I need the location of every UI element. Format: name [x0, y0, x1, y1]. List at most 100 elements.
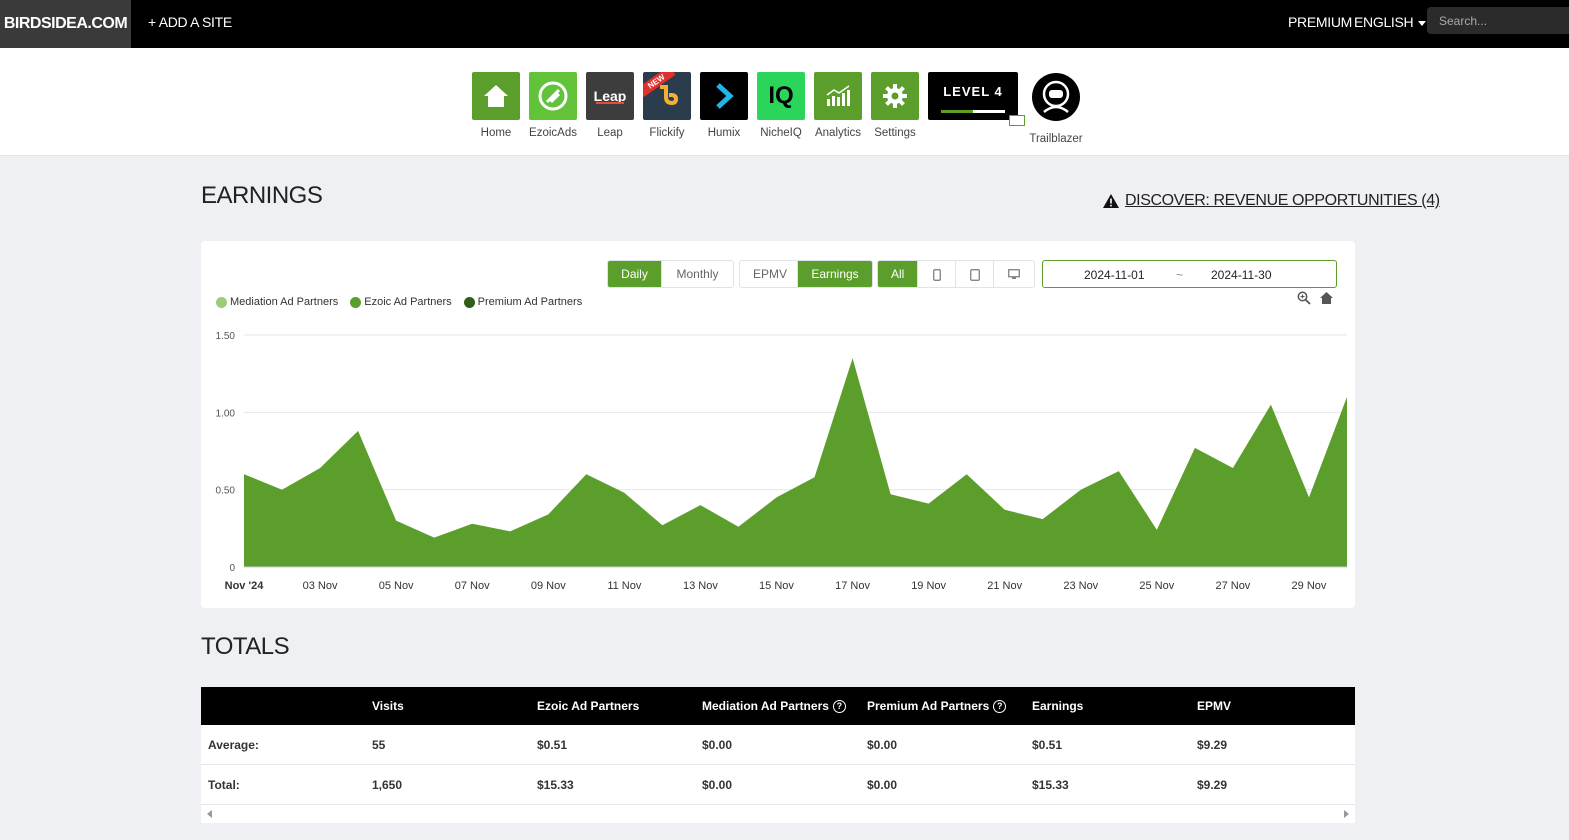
col-visits[interactable]: Visits — [372, 699, 404, 713]
col-label: Visits — [372, 699, 404, 713]
x-tick-label: 07 Nov — [455, 580, 490, 592]
legend-dot — [350, 296, 362, 308]
legend-dot — [216, 296, 227, 308]
x-tick-label: 19 Nov — [911, 580, 946, 592]
language-label: ENGLISH — [1354, 14, 1414, 30]
date-start: 2024-11-01 — [1084, 268, 1145, 282]
col-epmv[interactable]: EPMV — [1197, 699, 1231, 713]
x-tick-label: 25 Nov — [1139, 580, 1174, 592]
col-label: Earnings — [1032, 699, 1084, 713]
mail-icon[interactable] — [1009, 115, 1025, 126]
house-icon — [472, 72, 520, 120]
trailblazer-profile[interactable]: Trailblazer — [1029, 72, 1083, 145]
daily-button[interactable]: Daily — [608, 261, 662, 287]
x-tick-label: Nov '24 — [225, 580, 265, 592]
col-earnings[interactable]: Earnings — [1032, 699, 1083, 713]
x-tick-label: 21 Nov — [987, 580, 1022, 592]
zoom-icon[interactable] — [1297, 291, 1311, 305]
scroll-right-icon[interactable] — [1344, 810, 1349, 818]
cell-mediation: $0.00 — [702, 778, 733, 792]
premium-link[interactable]: PREMIUM — [1288, 0, 1352, 44]
level-text: LEVEL 4 — [943, 84, 1003, 99]
earnings-chart-card: 0 0.50 1.00 1.50 Nov '24 03 Nov 05 Nov 07 Nov 09… — [201, 241, 1355, 608]
earnings-button[interactable]: Earnings — [798, 261, 872, 287]
discover-link-text[interactable]: DISCOVER: REVENUE OPPORTUNITIES (4) — [1125, 192, 1440, 210]
gear-icon — [871, 72, 919, 120]
col-mediation[interactable]: Mediation Ad Partners? — [702, 699, 846, 713]
table-row: Average: 55 $0.51 $0.00 $0.00 $0.51 $9.2… — [201, 725, 1355, 765]
leap-icon: Leap — [586, 72, 634, 120]
tablet-icon — [969, 268, 980, 281]
search-input[interactable] — [1427, 7, 1569, 34]
x-tick-label: 27 Nov — [1215, 580, 1250, 592]
help-icon[interactable]: ? — [993, 699, 1007, 713]
x-tick-label: 29 Nov — [1292, 580, 1327, 592]
legend-label: Ezoic Ad Partners — [364, 296, 452, 308]
totals-title: TOTALS — [201, 633, 290, 660]
all-devices-button[interactable]: All — [878, 261, 918, 287]
monthly-button[interactable]: Monthly — [662, 261, 733, 287]
y-tick-label: 0 — [229, 563, 235, 574]
cell-mediation: $0.00 — [702, 738, 733, 752]
totals-table: Visits Ezoic Ad Partners Mediation Ad Pa… — [201, 687, 1355, 823]
help-icon[interactable]: ? — [832, 699, 846, 713]
col-label: Premium Ad Partners — [867, 699, 990, 713]
discover-revenue-link[interactable]: DISCOVER: REVENUE OPPORTUNITIES (4) — [1102, 192, 1440, 210]
scroll-left-icon[interactable] — [207, 810, 212, 818]
mobile-icon — [932, 268, 941, 281]
x-tick-label: 13 Nov — [683, 580, 718, 592]
date-range-picker[interactable]: 2024-11-01 ~ 2024-11-30 — [1042, 260, 1337, 288]
legend-dot — [463, 296, 475, 308]
mobile-button[interactable] — [918, 261, 956, 287]
add-site-link[interactable]: + ADD A SITE — [148, 0, 232, 48]
app-nav: Home EzoicAds Leap Leap NEW Flickify Hum… — [0, 48, 1569, 156]
legend-ezoic[interactable]: Ezoic Ad Partners — [350, 296, 452, 308]
y-tick-label: 1.50 — [216, 331, 236, 342]
nicheiq-logo-text: IQ — [768, 82, 794, 109]
cell-epmv: $9.29 — [1197, 778, 1228, 792]
legend-label: Mediation Ad Partners — [230, 296, 339, 308]
level-badge[interactable]: LEVEL 4 — [928, 72, 1018, 120]
legend-mediation[interactable]: Mediation Ad Partners — [216, 296, 338, 308]
table-row: Total: 1,650 $15.33 $0.00 $0.00 $15.33 $… — [201, 765, 1355, 805]
app-label: Settings — [874, 127, 916, 139]
epmv-button[interactable]: EPMV — [740, 261, 798, 287]
caret-down-icon — [1418, 20, 1427, 26]
cell-ezoic: $15.33 — [537, 778, 574, 792]
legend-premium[interactable]: Premium Ad Partners — [463, 296, 583, 308]
level-progress-fill — [941, 110, 973, 113]
cell-premium: $0.00 — [867, 738, 898, 752]
level-progress — [941, 110, 1005, 113]
date-separator: ~ — [1176, 268, 1184, 282]
col-ezoic[interactable]: Ezoic Ad Partners — [537, 699, 639, 713]
col-label: Mediation Ad Partners — [702, 699, 829, 713]
ezoicads-icon — [529, 72, 577, 120]
legend-label: Premium Ad Partners — [477, 296, 583, 308]
cell-earnings: $0.51 — [1032, 738, 1063, 752]
horizontal-scrollbar[interactable] — [201, 805, 1355, 823]
x-tick-label: 09 Nov — [531, 580, 566, 592]
col-premium[interactable]: Premium Ad Partners? — [867, 699, 1007, 713]
chart-legend: Mediation Ad Partners Ezoic Ad Partners … — [216, 296, 582, 308]
app-settings[interactable]: Settings — [871, 72, 919, 139]
tablet-button[interactable] — [956, 261, 994, 287]
date-end: 2024-11-30 — [1211, 268, 1272, 282]
x-tick-label: 11 Nov — [607, 580, 642, 592]
cell-earnings: $15.33 — [1032, 778, 1069, 792]
humix-icon — [700, 72, 748, 120]
reset-zoom-home-icon[interactable] — [1319, 291, 1334, 305]
flickify-icon: NEW — [643, 72, 691, 120]
row-label: Average: — [208, 738, 259, 752]
col-label: EPMV — [1197, 699, 1232, 713]
desktop-button[interactable] — [994, 261, 1034, 287]
col-label: Ezoic Ad Partners — [537, 699, 640, 713]
cell-ezoic: $0.51 — [537, 738, 568, 752]
y-tick-label: 1.00 — [216, 408, 236, 419]
period-toggle: Daily Monthly — [607, 260, 734, 288]
x-tick-label: 03 Nov — [303, 580, 338, 592]
earnings-title: EARNINGS — [201, 182, 323, 209]
row-label: Total: — [208, 778, 240, 792]
language-dropdown[interactable]: ENGLISH — [1354, 0, 1427, 44]
brand-logo[interactable]: BIRDSIDEA.COM — [0, 0, 131, 48]
astronaut-avatar-icon — [1032, 73, 1080, 121]
